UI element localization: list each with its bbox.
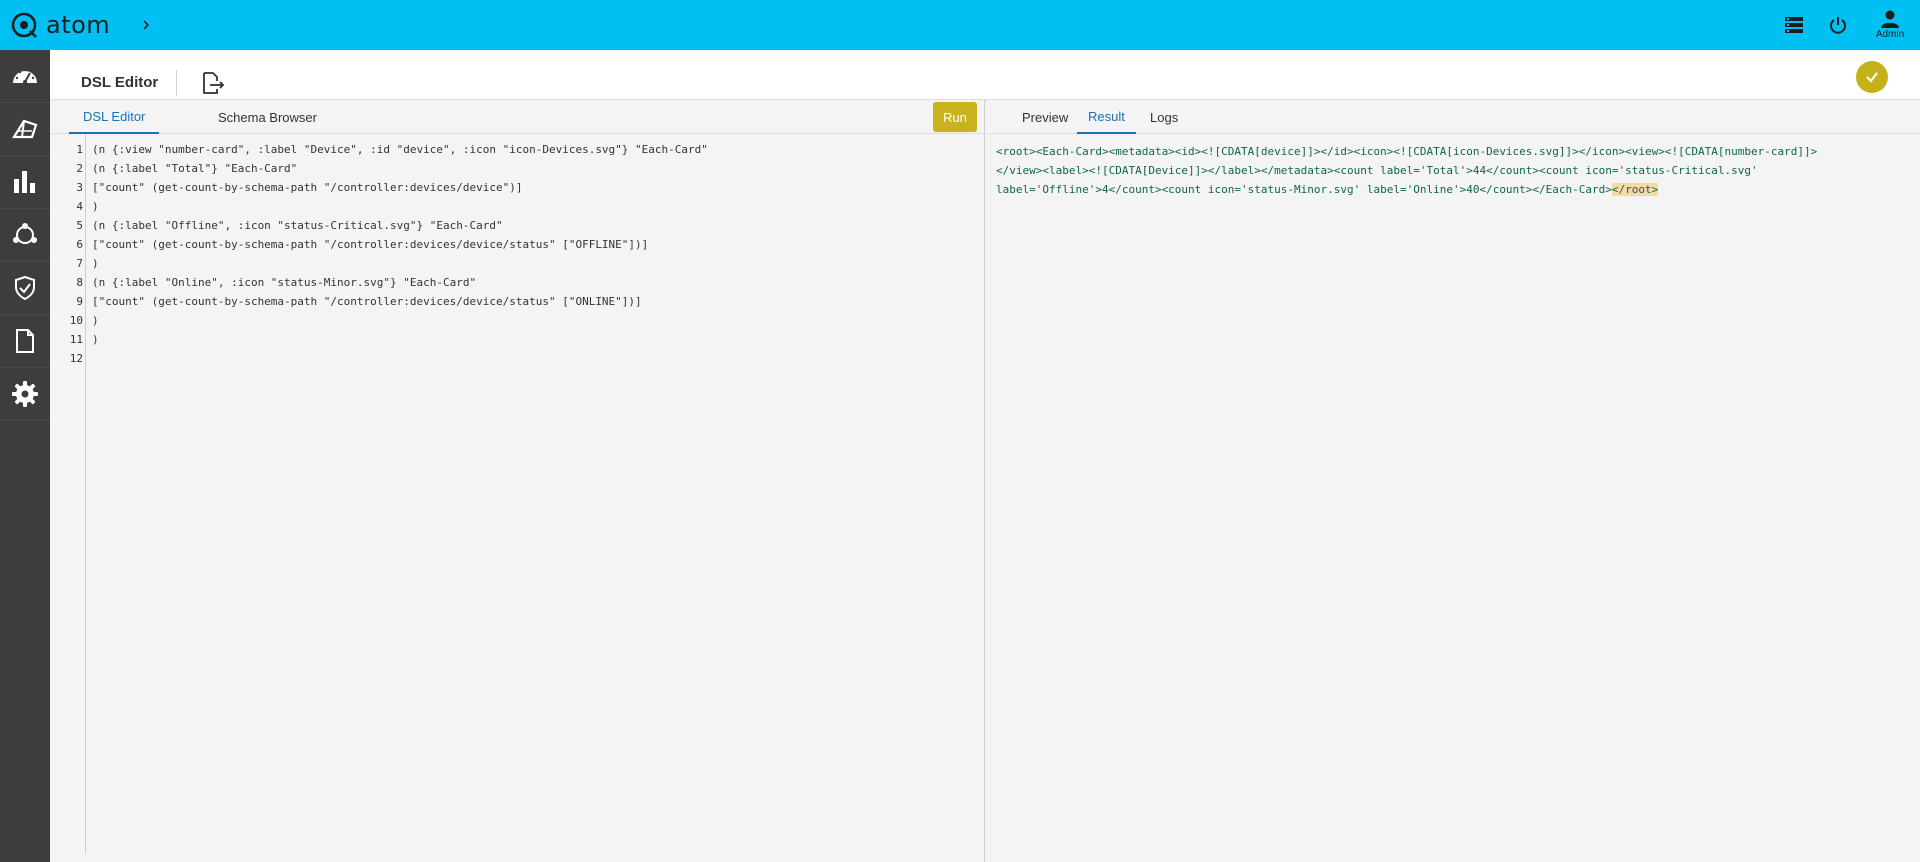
line-number-gutter: 1 2 3 4 5 6 7 8 9 10 11 12 xyxy=(50,134,86,854)
editor-tabbar: DSL Editor Schema Browser Run xyxy=(50,100,984,134)
sidebar-item-topology[interactable] xyxy=(0,209,50,262)
output-pane: Preview Result Logs <root><Each-Card><me… xyxy=(986,100,1920,862)
export-button[interactable] xyxy=(200,70,226,96)
result-line-text: label='Offline'>4</count><count icon='st… xyxy=(996,183,1612,196)
line-number: 1 xyxy=(76,143,83,156)
analytics-icon xyxy=(14,171,35,193)
line-number: 12 xyxy=(69,352,83,365)
code-line: (n {:view "number-card", :label "Device"… xyxy=(92,143,708,156)
dsl-editor-pane: DSL Editor Schema Browser Run 1 2 3 4 5 … xyxy=(50,100,985,862)
line-number: 7 xyxy=(76,257,83,270)
status-ok-button[interactable] xyxy=(1856,61,1888,93)
topology-icon xyxy=(13,223,37,244)
line-number: 6 xyxy=(76,238,83,251)
code-line: (n {:label "Total"} "Each-Card" xyxy=(92,162,298,175)
power-icon xyxy=(1830,17,1846,34)
line-number: 8 xyxy=(76,276,83,289)
sidebar-item-devices[interactable] xyxy=(0,103,50,156)
gear-icon xyxy=(12,381,38,407)
top-bar: atom Admin xyxy=(0,0,1920,50)
run-button[interactable]: Run xyxy=(933,102,977,132)
code-line: ["count" (get-count-by-schema-path "/con… xyxy=(92,295,642,308)
chevron-right-icon[interactable] xyxy=(140,19,152,31)
line-number: 4 xyxy=(76,200,83,213)
logo-text: atom xyxy=(46,11,111,39)
result-line: <root><Each-Card><metadata><id><![CDATA[… xyxy=(996,145,1818,158)
tab-dsl-editor[interactable]: DSL Editor xyxy=(69,100,160,134)
code-line: ) xyxy=(92,257,99,270)
tab-logs[interactable]: Logs xyxy=(1146,100,1182,134)
power-button[interactable] xyxy=(1816,0,1860,50)
document-icon xyxy=(16,329,34,353)
output-tabbar: Preview Result Logs xyxy=(986,100,1920,134)
line-number: 5 xyxy=(76,219,83,232)
list-icon xyxy=(1785,17,1803,33)
page-title: DSL Editor xyxy=(81,74,159,91)
sidebar-item-settings[interactable] xyxy=(0,368,50,421)
devices-icon xyxy=(12,119,38,139)
code-line: (n {:label "Online", :icon "status-Minor… xyxy=(92,276,477,289)
user-label: Admin xyxy=(1875,29,1905,40)
line-number: 9 xyxy=(76,295,83,308)
line-number: 2 xyxy=(76,162,83,175)
check-icon xyxy=(1866,72,1878,83)
result-output: <root><Each-Card><metadata><id><![CDATA[… xyxy=(996,142,1906,199)
sidebar-item-documents[interactable] xyxy=(0,315,50,368)
result-line: </view><label><![CDATA[Device]]></label>… xyxy=(996,164,1758,177)
sidebar xyxy=(0,50,50,862)
line-number: 10 xyxy=(69,314,83,327)
app-logo[interactable]: atom xyxy=(10,0,110,50)
sidebar-item-security[interactable] xyxy=(0,262,50,315)
shield-check-icon xyxy=(15,276,35,300)
highlighted-closing-tag: </root> xyxy=(1611,183,1659,196)
top-actions: Admin xyxy=(1772,0,1920,50)
result-line: label='Offline'>4</count><count icon='st… xyxy=(996,180,1906,199)
line-number: 3 xyxy=(76,181,83,194)
user-menu[interactable]: Admin xyxy=(1860,0,1920,50)
line-number: 11 xyxy=(69,333,83,346)
code-line: ["count" (get-count-by-schema-path "/con… xyxy=(92,181,523,194)
dashboard-icon xyxy=(13,68,37,84)
tab-schema-browser[interactable]: Schema Browser xyxy=(204,100,331,134)
tab-preview[interactable]: Preview xyxy=(1018,100,1072,134)
code-line: ) xyxy=(92,314,99,327)
list-button[interactable] xyxy=(1772,0,1816,50)
code-editor[interactable]: 1 2 3 4 5 6 7 8 9 10 11 12 (n {:view "nu… xyxy=(50,134,984,862)
code-line: ) xyxy=(92,200,99,213)
sidebar-item-analytics[interactable] xyxy=(0,156,50,209)
header-divider xyxy=(176,70,177,96)
export-file-icon xyxy=(203,72,225,94)
code-line: ) xyxy=(92,333,99,346)
atom-logo-icon xyxy=(11,12,37,38)
sidebar-item-dashboard[interactable] xyxy=(0,50,50,103)
user-icon xyxy=(1881,10,1899,28)
page-header: DSL Editor xyxy=(50,50,1920,99)
tab-result[interactable]: Result xyxy=(1077,100,1136,134)
code-line: (n {:label "Offline", :icon "status-Crit… xyxy=(92,219,503,232)
code-line: ["count" (get-count-by-schema-path "/con… xyxy=(92,238,649,251)
